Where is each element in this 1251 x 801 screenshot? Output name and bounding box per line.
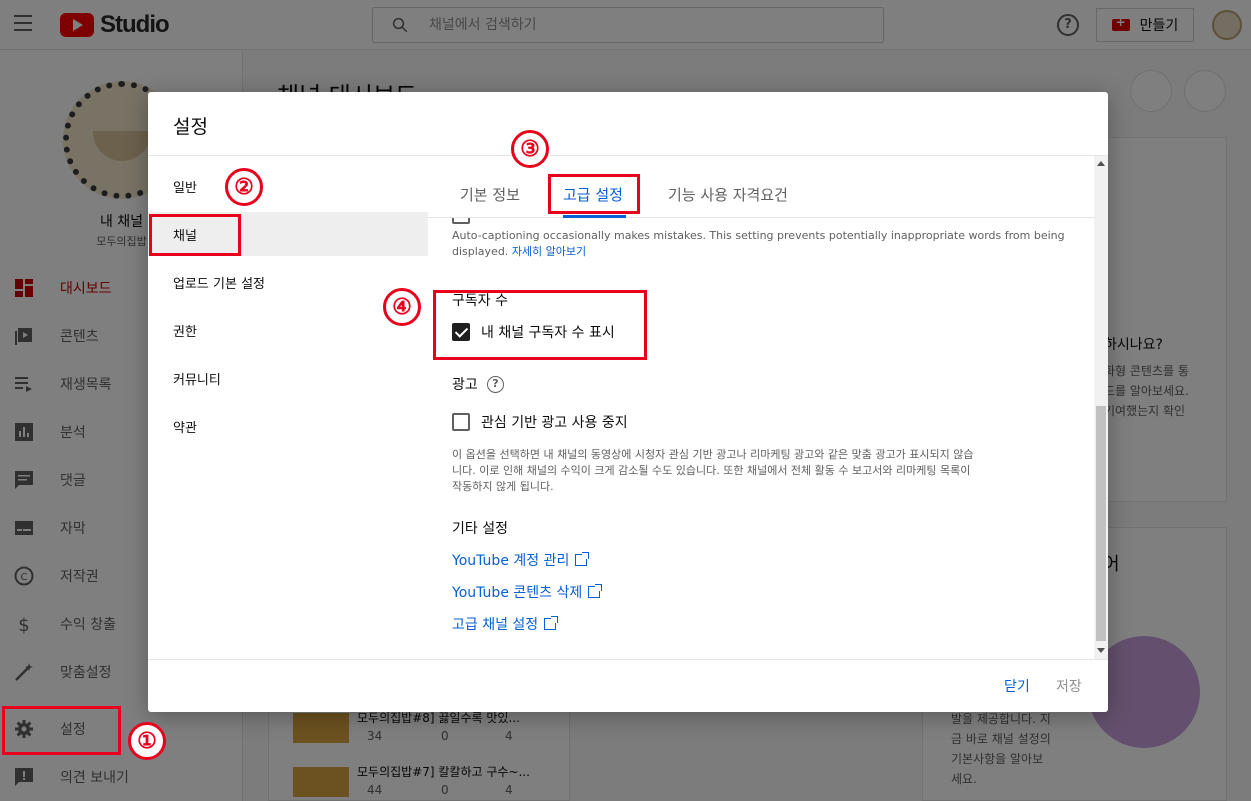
link-label: YouTube 계정 관리 <box>452 553 570 569</box>
annotation-number: ③ <box>511 130 549 168</box>
annotation-box-channel <box>149 214 241 256</box>
scrollbar[interactable] <box>1094 156 1108 659</box>
annotation-number: ② <box>225 168 263 206</box>
ads-description-line: 이 옵션을 선택하면 내 채널의 동영상에 시청자 관심 기반 광고나 리마케팅… <box>452 448 974 461</box>
tab-feature-eligibility[interactable]: 기능 사용 자격요건 <box>668 184 788 205</box>
external-link-icon <box>544 616 559 630</box>
settings-nav-general[interactable]: 일반 <box>148 164 428 208</box>
learn-more-link[interactable]: 자세히 알아보기 <box>512 245 586 258</box>
external-link-icon <box>575 552 590 566</box>
ads-description-line: 니다. 이로 인해 채널의 수익이 크게 감소될 수도 있습니다. 또한 채널에… <box>452 464 971 477</box>
link-label: 고급 채널 설정 <box>452 617 539 633</box>
annotation-box-settings <box>2 706 121 755</box>
link-label: YouTube 콘텐츠 삭제 <box>452 585 583 601</box>
advanced-settings-content: Auto-captioning occasionally makes mista… <box>428 218 1094 659</box>
divider <box>148 659 1108 660</box>
annotation-number: ① <box>128 722 166 760</box>
help-icon[interactable]: ? <box>487 376 504 393</box>
tab-basic-info[interactable]: 기본 정보 <box>460 184 520 205</box>
settings-panel: 기본 정보 고급 설정 기능 사용 자격요건 Auto-captioning o… <box>428 156 1108 659</box>
save-button[interactable]: 저장 <box>1056 676 1082 696</box>
dialog-title: 설정 <box>173 116 208 138</box>
settings-nav-community[interactable]: 커뮤니티 <box>148 356 428 400</box>
manage-account-link[interactable]: YouTube 계정 관리 <box>452 550 590 570</box>
ads-description-line: 작동하지 않게 됩니다. <box>452 480 554 493</box>
delete-content-link[interactable]: YouTube 콘텐츠 삭제 <box>452 582 603 602</box>
annotation-box-advanced-tab <box>548 174 640 214</box>
advanced-channel-settings-link[interactable]: 고급 채널 설정 <box>452 614 559 634</box>
disable-interest-ads-label[interactable]: 관심 기반 광고 사용 중지 <box>481 412 628 432</box>
settings-nav-agreements[interactable]: 약관 <box>148 404 428 448</box>
scroll-up-arrow-icon[interactable] <box>1097 161 1105 166</box>
scroll-down-arrow-icon[interactable] <box>1097 648 1105 653</box>
annotation-number: ④ <box>383 288 421 326</box>
external-link-icon <box>588 584 603 598</box>
auto-caption-checkbox[interactable] <box>452 218 470 224</box>
annotation-box-subscriber-count <box>433 290 647 360</box>
close-button[interactable]: 닫기 <box>1004 676 1030 696</box>
scrollbar-thumb[interactable] <box>1096 406 1106 641</box>
disable-interest-ads-checkbox[interactable] <box>452 413 470 431</box>
auto-caption-description: Auto-captioning occasionally makes mista… <box>452 228 1072 260</box>
other-settings-heading: 기타 설정 <box>452 521 508 537</box>
ads-heading: 광고 <box>452 377 478 393</box>
